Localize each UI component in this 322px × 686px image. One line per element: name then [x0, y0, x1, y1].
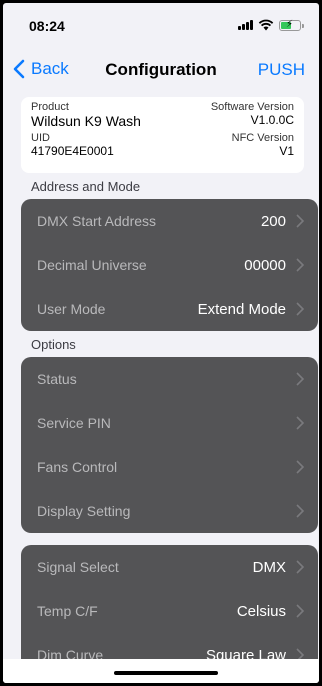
- home-indicator[interactable]: [114, 671, 218, 675]
- address-mode-group: DMX Start Address 200 Decimal Universe 0…: [21, 199, 318, 331]
- temp-unit-row[interactable]: Temp C/F Celsius: [21, 589, 318, 633]
- status-bar: 08:24 ⚡: [3, 3, 319, 47]
- service-pin-row[interactable]: Service PIN: [21, 401, 318, 445]
- row-value: Extend Mode: [197, 300, 286, 318]
- dmx-start-address-row[interactable]: DMX Start Address 200: [21, 199, 318, 243]
- fans-control-row[interactable]: Fans Control: [21, 445, 318, 489]
- software-version-value: V1.0.0C: [250, 113, 294, 127]
- status-row[interactable]: Status: [21, 357, 318, 401]
- status-icons: ⚡: [238, 19, 304, 31]
- row-value: 00000: [244, 256, 286, 274]
- signal-select-row[interactable]: Signal Select DMX: [21, 545, 318, 589]
- row-value: 200: [260, 212, 286, 230]
- display-setting-row[interactable]: Display Setting: [21, 489, 318, 533]
- row-label: Status: [37, 371, 77, 387]
- chevron-right-icon: [296, 258, 304, 272]
- chevron-right-icon: [296, 504, 304, 518]
- options-header: Options: [31, 337, 76, 352]
- status-time: 08:24: [29, 18, 65, 34]
- wifi-icon: [258, 19, 274, 31]
- row-label: Service PIN: [37, 415, 111, 431]
- row-label: Decimal Universe: [37, 257, 147, 273]
- options-group: Status Service PIN Fans Control Display …: [21, 357, 318, 533]
- push-button[interactable]: PUSH: [258, 60, 305, 80]
- row-label: Temp C/F: [37, 603, 98, 619]
- user-mode-row[interactable]: User Mode Extend Mode: [21, 287, 318, 331]
- row-label: User Mode: [37, 301, 106, 317]
- chevron-right-icon: [296, 302, 304, 316]
- nfc-version-label: NFC Version: [231, 132, 294, 144]
- row-label: Fans Control: [37, 459, 118, 475]
- chevron-right-icon: [296, 604, 304, 618]
- row-label: Display Setting: [37, 503, 131, 519]
- chevron-right-icon: [296, 560, 304, 574]
- signal-icon: [238, 20, 253, 30]
- navigation-bar: Back Configuration PUSH: [3, 51, 319, 91]
- uid-value: 41790E4E0001: [31, 144, 114, 158]
- nfc-version-value: V1: [279, 144, 294, 158]
- decimal-universe-row[interactable]: Decimal Universe 00000: [21, 243, 318, 287]
- device-info-card: Product Software Version Wildsun K9 Wash…: [21, 97, 304, 173]
- address-mode-header: Address and Mode: [31, 179, 141, 194]
- phone-screen: 08:24 ⚡ Back Configuration PUSH Product: [0, 0, 322, 686]
- row-label: Signal Select: [37, 559, 119, 575]
- row-label: DMX Start Address: [37, 213, 157, 229]
- settings-group: Signal Select DMX Temp C/F Celsius Dim C…: [21, 545, 318, 667]
- uid-label: UID: [31, 132, 50, 144]
- product-label: Product: [31, 101, 69, 113]
- chevron-right-icon: [296, 372, 304, 386]
- chevron-right-icon: [296, 416, 304, 430]
- software-version-label: Software Version: [210, 101, 294, 113]
- product-value: Wildsun K9 Wash: [31, 113, 141, 129]
- row-value: Celsius: [236, 602, 286, 620]
- row-value: DMX: [252, 558, 286, 576]
- chevron-right-icon: [296, 214, 304, 228]
- battery-icon: ⚡: [279, 19, 304, 31]
- chevron-right-icon: [296, 460, 304, 474]
